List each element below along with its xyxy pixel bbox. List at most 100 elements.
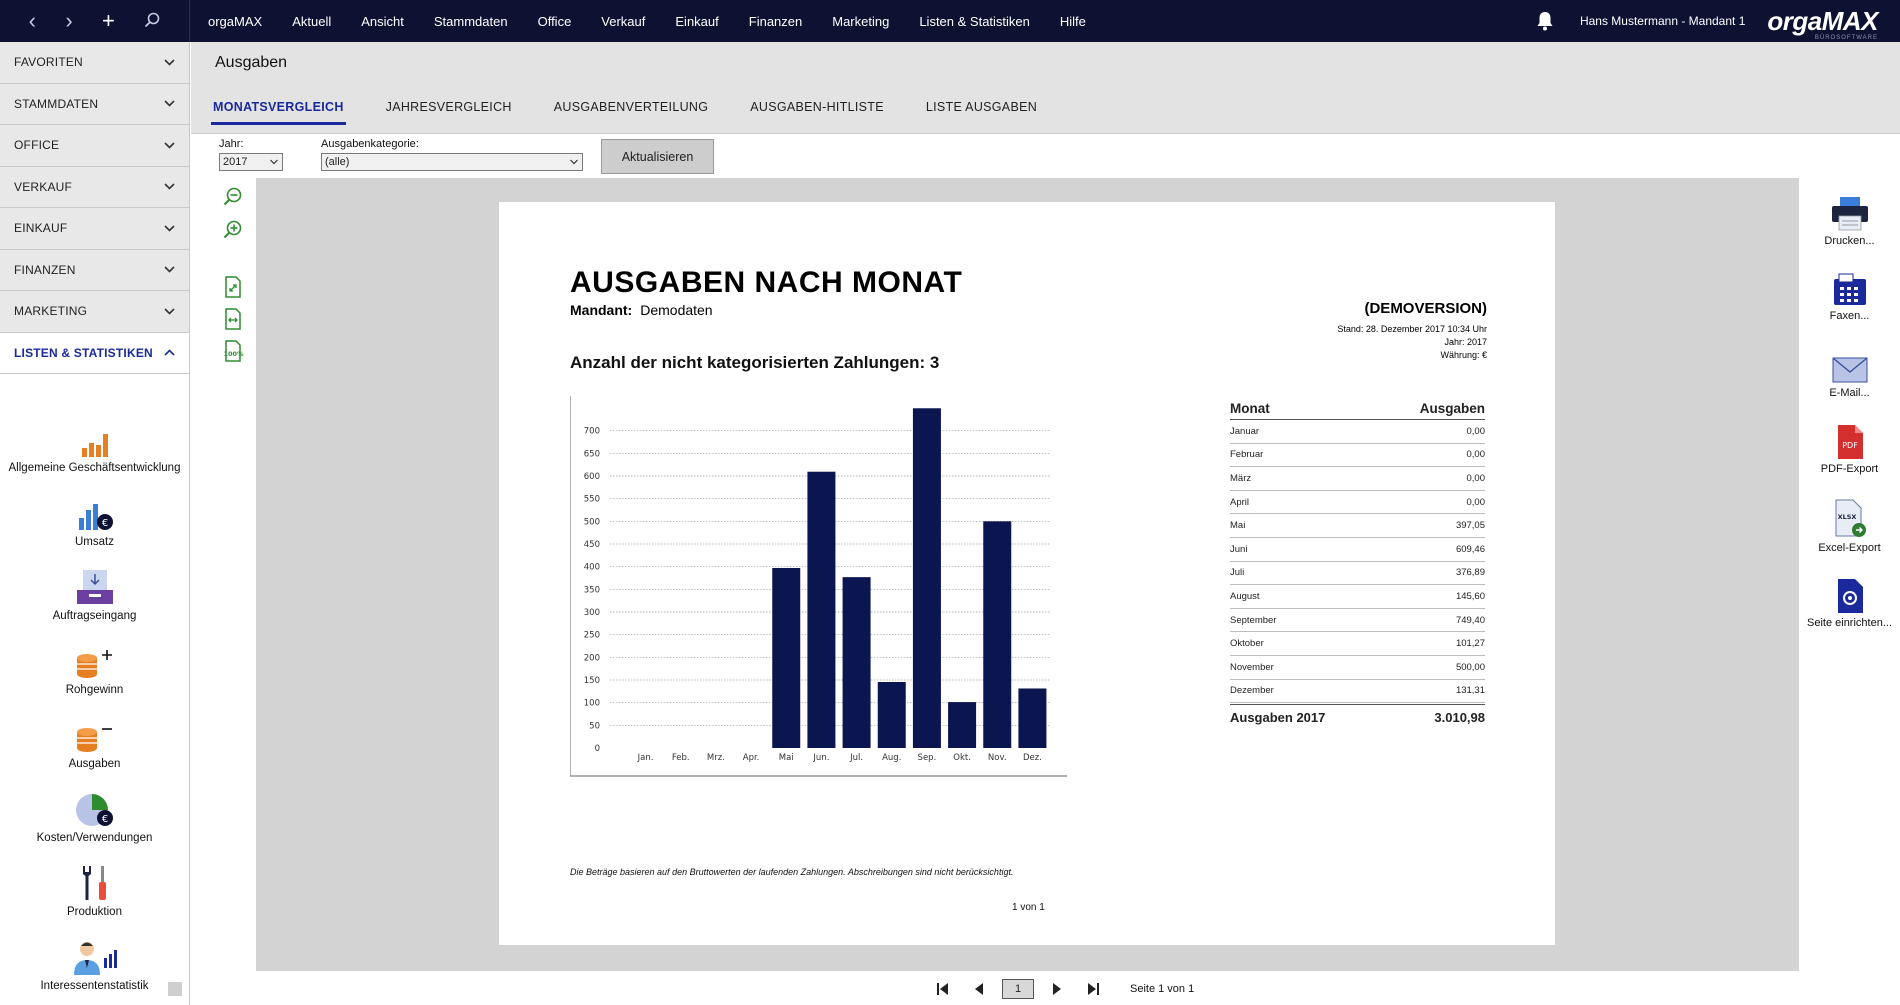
- menu-verkauf[interactable]: Verkauf: [601, 14, 645, 29]
- forward-icon[interactable]: ›: [65, 10, 72, 32]
- report-viewer: AUSGABEN NACH MONAT Mandant: Demodaten (D…: [256, 178, 1799, 971]
- month-cell: Mai: [1230, 520, 1246, 532]
- back-icon[interactable]: ‹: [29, 10, 36, 32]
- sidebar-item-interessenten[interactable]: Interessentenstatistik: [0, 926, 189, 1000]
- table-row: Februar 0,00: [1230, 444, 1485, 468]
- menu-marketing[interactable]: Marketing: [832, 14, 889, 29]
- page-number: 1 von 1: [1012, 902, 1045, 913]
- amount-cell: 749,40: [1455, 614, 1485, 626]
- x-tick-label: Mai: [779, 753, 794, 763]
- zoom-out-icon[interactable]: [222, 186, 244, 208]
- bar-okt: [948, 702, 977, 748]
- tab-ausgaben-hitliste[interactable]: AUSGABEN-HITLISTE: [748, 94, 886, 125]
- menu-orgamax[interactable]: orgaMAX: [208, 14, 262, 29]
- tools-icon: [82, 866, 106, 900]
- sidebar-section-favoriten[interactable]: FAVORITEN: [0, 42, 189, 84]
- menu-hilfe[interactable]: Hilfe: [1060, 14, 1086, 29]
- x-tick-label: Apr.: [743, 753, 760, 763]
- fax-button[interactable]: Faxen...: [1799, 273, 1900, 322]
- sidebar-item-umsatz[interactable]: € Umsatz: [0, 482, 189, 556]
- sidebar-section-office[interactable]: OFFICE: [0, 125, 189, 167]
- last-page-button[interactable]: [1080, 979, 1106, 999]
- menu-office[interactable]: Office: [538, 14, 572, 29]
- tab-liste-ausgaben[interactable]: LISTE AUSGABEN: [924, 94, 1039, 125]
- table-header: Monat Ausgaben: [1230, 401, 1485, 420]
- amount-cell: 101,27: [1455, 638, 1485, 650]
- search-icon[interactable]: [144, 10, 160, 32]
- table-row: Mai 397,05: [1230, 514, 1485, 538]
- main-menu: orgaMAX Aktuell Ansicht Stammdaten Offic…: [208, 14, 1116, 29]
- page-setup-button[interactable]: Seite einrichten...: [1799, 578, 1900, 629]
- month-cell: April: [1230, 496, 1250, 508]
- fit-width-icon[interactable]: [222, 308, 244, 330]
- svg-text:XLSX: XLSX: [1837, 513, 1856, 521]
- bell-icon[interactable]: [1536, 11, 1554, 31]
- month-cell: Februar: [1230, 449, 1264, 461]
- year-label: Jahr:: [219, 138, 244, 150]
- sidebar: FAVORITEN STAMMDATEN OFFICE VERKAUF EINK…: [0, 42, 190, 1005]
- y-tick-label: 400: [584, 563, 600, 573]
- zoom-in-icon[interactable]: [222, 219, 244, 241]
- prev-page-button[interactable]: [966, 979, 992, 999]
- current-page-input[interactable]: 1: [1002, 979, 1034, 999]
- sidebar-section-stammdaten[interactable]: STAMMDATEN: [0, 83, 189, 125]
- excel-export-button[interactable]: XLSX Excel-Export: [1799, 499, 1900, 554]
- sidebar-section-einkauf[interactable]: EINKAUF: [0, 208, 189, 250]
- fit-page-icon[interactable]: [222, 276, 244, 298]
- tab-ausgabenverteilung[interactable]: AUSGABENVERTEILUNG: [552, 94, 711, 125]
- sidebar-section-listen-statistiken[interactable]: LISTEN & STATISTIKEN: [0, 332, 189, 374]
- bar-mai: [772, 568, 801, 748]
- category-select[interactable]: (alle): [321, 153, 583, 171]
- menu-ansicht[interactable]: Ansicht: [361, 14, 404, 29]
- monthly-table: Monat Ausgaben Januar 0,00 Februar 0,00 März…: [1230, 401, 1485, 725]
- table-row: Juni 609,46: [1230, 538, 1485, 562]
- table-row: März 0,00: [1230, 467, 1485, 491]
- print-button[interactable]: Drucken...: [1799, 196, 1900, 247]
- tab-monatsvergleich[interactable]: MONATSVERGLEICH: [211, 94, 346, 125]
- sidebar-item-geschaeftsentwicklung[interactable]: Allgemeine Geschäftsentwicklung: [0, 408, 189, 482]
- quick-actions: ‹ › +: [0, 0, 190, 42]
- bar-jun: [807, 471, 836, 748]
- menu-listen-statistiken[interactable]: Listen & Statistiken: [919, 14, 1030, 29]
- next-page-button[interactable]: [1044, 979, 1070, 999]
- table-row: Oktober 101,27: [1230, 632, 1485, 656]
- plus-icon[interactable]: +: [102, 10, 115, 32]
- page-navigator: 1 Seite 1 von 1: [930, 978, 1194, 1000]
- uncategorized-count: Anzahl der nicht kategorisierten Zahlung…: [570, 353, 940, 372]
- sidebar-item-rohgewinn[interactable]: Rohgewinn: [0, 630, 189, 704]
- demo-label: (DEMOVERSION): [1364, 300, 1487, 317]
- svg-text:€: €: [101, 814, 107, 825]
- menu-stammdaten[interactable]: Stammdaten: [434, 14, 508, 29]
- update-button[interactable]: Aktualisieren: [601, 139, 714, 174]
- menu-aktuell[interactable]: Aktuell: [292, 14, 331, 29]
- sidebar-section-finanzen[interactable]: FINANZEN: [0, 249, 189, 291]
- sidebar-item-kosten[interactable]: € Kosten/Verwendungen: [0, 778, 189, 852]
- sidebar-item-auftragseingang[interactable]: Auftragseingang: [0, 556, 189, 630]
- month-cell: März: [1230, 472, 1252, 484]
- month-cell: September: [1230, 614, 1277, 626]
- sidebar-section-marketing[interactable]: MARKETING: [0, 291, 189, 333]
- menu-einkauf[interactable]: Einkauf: [675, 14, 718, 29]
- zoom-100-icon[interactable]: 100%: [222, 340, 244, 362]
- svg-text:€: €: [101, 518, 107, 529]
- amount-cell: 376,89: [1455, 567, 1485, 579]
- email-button[interactable]: E-Mail...: [1799, 356, 1900, 399]
- bar-chart-icon: [81, 434, 108, 457]
- y-tick-label: 600: [584, 472, 600, 482]
- report-currency: Währung: €: [1440, 350, 1487, 360]
- month-cell: Januar: [1230, 425, 1260, 437]
- chevron-down-icon: [164, 308, 175, 315]
- sidebar-section-verkauf[interactable]: VERKAUF: [0, 166, 189, 208]
- menu-finanzen[interactable]: Finanzen: [749, 14, 802, 29]
- x-tick-label: Feb.: [672, 753, 690, 763]
- sidebar-scroll-button[interactable]: [168, 982, 182, 996]
- user-name[interactable]: Hans Mustermann - Mandant 1: [1580, 14, 1745, 28]
- tab-jahresvergleich[interactable]: JAHRESVERGLEICH: [384, 94, 514, 125]
- sidebar-item-ausgaben[interactable]: Ausgaben: [0, 704, 189, 778]
- first-page-button[interactable]: [930, 979, 956, 999]
- chevron-down-icon: [164, 100, 175, 107]
- year-select[interactable]: 2017: [219, 153, 283, 171]
- bar-aug: [877, 681, 906, 748]
- pdf-export-button[interactable]: PDF PDF-Export: [1799, 424, 1900, 475]
- sidebar-item-produktion[interactable]: Produktion: [0, 852, 189, 926]
